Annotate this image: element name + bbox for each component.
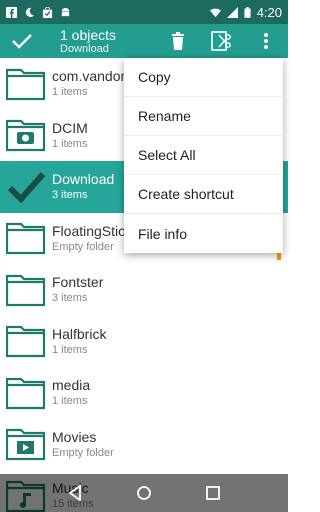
file-name: com.vandor [52,68,126,85]
movie-folder-icon [0,427,52,461]
file-row[interactable]: Movies Empty folder [0,419,288,471]
cut-icon [211,31,231,51]
folder-icon [0,221,52,255]
home-button[interactable] [129,478,159,508]
menu-item-create-shortcut[interactable]: Create shortcut [124,175,283,214]
back-button[interactable] [60,478,90,508]
file-subtitle: Empty folder [52,240,114,253]
camera-folder-icon [0,118,52,152]
file-name: media [52,377,91,394]
moon-icon [25,7,35,17]
folder-icon [0,324,52,358]
current-folder: Download [60,42,109,55]
status-bar: 4:20 [0,0,288,24]
folder-icon [0,273,52,307]
recents-button[interactable] [198,478,228,508]
file-subtitle: 1 items [52,137,88,150]
file-subtitle: 3 items [52,292,88,305]
more-vert-icon [264,33,268,49]
file-name: Movies [52,428,97,445]
checkmark-icon [0,170,52,204]
menu-item-select-all[interactable]: Select All [124,136,283,175]
back-triangle-icon [68,485,81,501]
facebook-icon [6,6,17,18]
overflow-menu-button[interactable] [244,24,288,58]
overflow-menu: Copy Rename Select All Create shortcut File … [124,58,283,253]
shopping-bag-icon [42,6,53,18]
menu-item-rename[interactable]: Rename [124,97,283,136]
signal-icon [226,6,238,18]
file-row[interactable]: Fontster 3 items [0,264,288,316]
android-icon [61,7,70,16]
recents-square-icon [206,486,221,500]
folder-icon [0,376,52,410]
file-name: Fontster [52,274,104,291]
file-name: Halfbrick [52,325,107,342]
clock: 4:20 [256,4,282,20]
menu-item-copy[interactable]: Copy [124,58,283,97]
file-subtitle: 1 items [52,343,88,356]
file-row[interactable]: Halfbrick 1 items [0,316,288,368]
file-name: FloatingStic [52,222,126,239]
file-name: DCIM [52,119,88,136]
menu-item-file-info[interactable]: File info [124,214,283,253]
navigation-bar [0,474,288,512]
home-circle-icon [137,486,151,500]
delete-button[interactable] [156,24,200,58]
file-subtitle: 3 items [52,189,88,202]
checkmark-icon [12,34,32,49]
done-button[interactable] [2,24,42,58]
file-name: Download [52,171,115,188]
selection-title: 1 objects Download [60,28,116,55]
selection-count: 1 objects [60,26,117,43]
cut-button[interactable] [200,24,244,58]
file-subtitle: 1 items [52,86,88,99]
folder-icon [0,67,52,101]
file-row[interactable]: media 1 items [0,367,288,419]
file-subtitle: Empty folder [52,446,114,459]
battery-icon [244,6,251,18]
file-subtitle: 1 items [52,395,88,408]
action-toolbar: 1 objects Download [0,24,288,58]
trash-icon [172,32,184,50]
wifi-icon [209,8,221,17]
